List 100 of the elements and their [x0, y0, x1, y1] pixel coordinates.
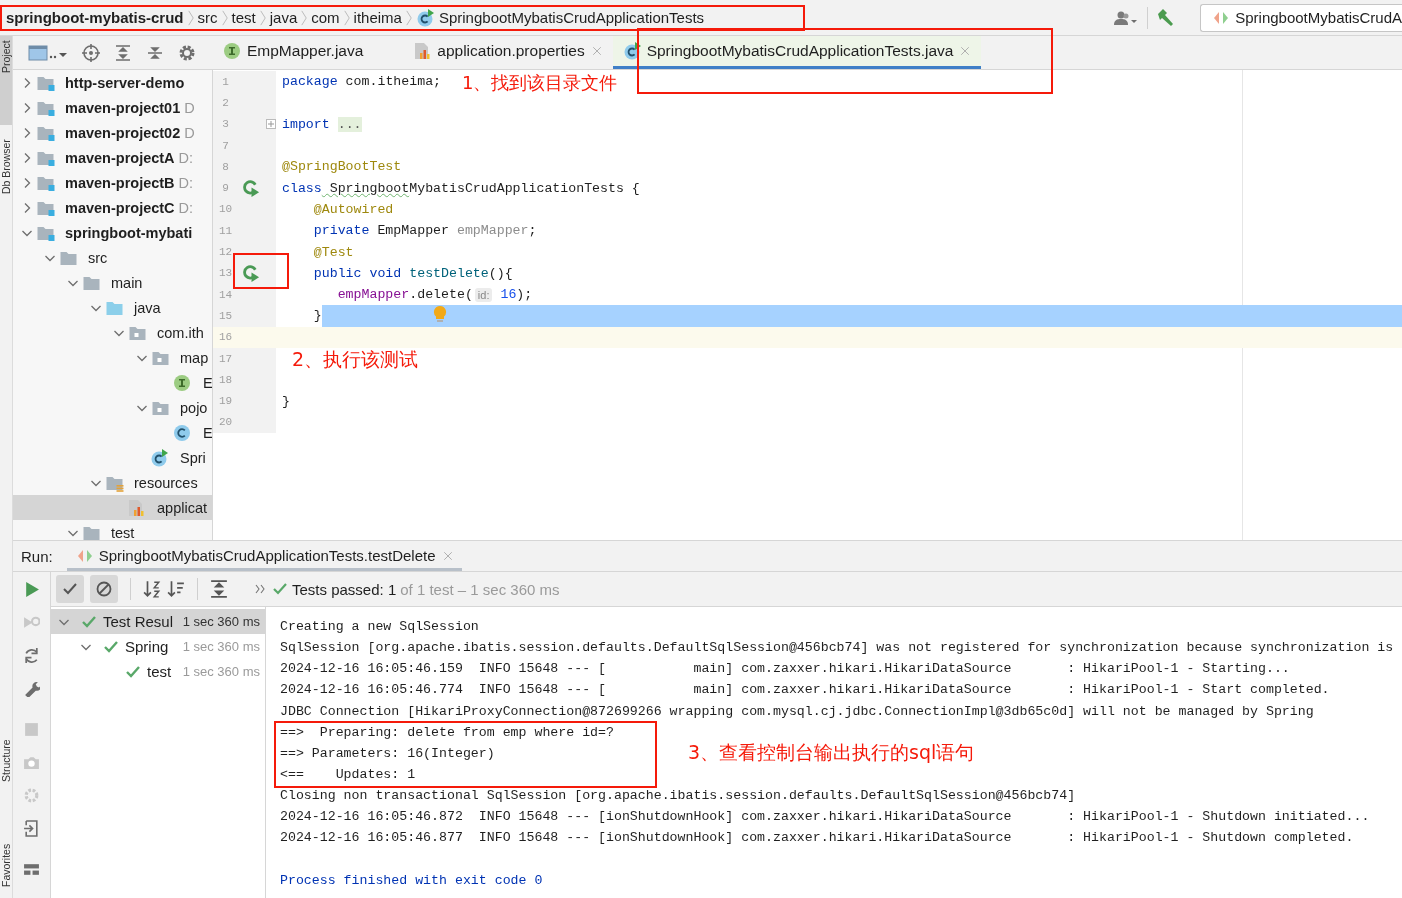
tree-item[interactable]: maven-projectA D: — [13, 145, 212, 170]
close-icon[interactable] — [959, 45, 972, 57]
close-icon[interactable] — [590, 45, 603, 57]
expand-all-icon[interactable] — [210, 580, 228, 598]
code-keyword: package — [282, 74, 338, 90]
code-keyword: class — [282, 180, 322, 196]
close-icon[interactable] — [441, 549, 454, 562]
tree-item[interactable]: maven-project01 D — [13, 95, 212, 120]
users-dropdown-icon[interactable] — [1113, 9, 1140, 26]
editor-tab[interactable]: application.properties — [403, 36, 613, 69]
wrench-icon[interactable] — [23, 680, 40, 697]
tree-item[interactable]: E — [13, 370, 212, 395]
code-keyword: private — [312, 223, 370, 239]
tree-item[interactable]: test — [13, 520, 212, 540]
console-line: Process finished with exit code 0 — [280, 871, 543, 890]
play-icon[interactable] — [23, 581, 40, 598]
parameter-hint: id: — [474, 287, 493, 302]
console-line: <== Updates: 1 — [280, 766, 416, 784]
sort-by-duration-icon[interactable] — [167, 580, 185, 598]
properties-file-icon — [413, 42, 432, 60]
console-line: ==> Preparing: delete from emp where id=? — [280, 723, 614, 742]
code-field: empMapper — [282, 287, 410, 303]
breadcrumb-item[interactable]: springboot-mybatis-crud — [3, 9, 187, 26]
breadcrumb-item[interactable]: test — [228, 9, 259, 26]
side-tab[interactable]: Favorites — [0, 840, 12, 898]
toggle-button[interactable] — [90, 575, 118, 603]
expand-fold-icon[interactable] — [266, 119, 276, 130]
run-test-icon[interactable] — [242, 264, 260, 282]
code-keyword: public — [312, 265, 362, 281]
run-configuration-dropdown[interactable]: SpringbootMybatisCrudA — [1200, 3, 1402, 32]
sort-alphabetically-icon[interactable] — [143, 580, 161, 598]
line-number: 18 — [217, 373, 234, 386]
tree-item[interactable]: java — [13, 295, 212, 320]
toggle-auto-test-icon[interactable] — [23, 647, 40, 664]
breadcrumb-item[interactable]: itheima — [350, 9, 405, 26]
test-result-row[interactable]: Spring 1 sec 360 ms — [51, 634, 265, 659]
check-icon — [272, 581, 288, 597]
console-line: JDBC Connection [HikariProxyConnection@872699266 wrapping com.mysql.cj.jdbc.ConnectionImpl@3db65c0d] will not be managed by Spring — [280, 702, 1314, 721]
run-test-icon[interactable] — [242, 179, 260, 197]
code-field: empMapper — [456, 223, 529, 239]
window-icon[interactable] — [28, 43, 68, 62]
side-tab[interactable]: Db Browser — [0, 135, 12, 230]
code-text: } — [312, 308, 322, 324]
tree-item[interactable]: map — [13, 345, 212, 370]
line-number: 20 — [217, 416, 234, 429]
code-text: ; — [528, 223, 537, 239]
test-status: Tests passed: 1 — [292, 580, 397, 598]
code-number: 16 — [499, 287, 517, 303]
tree-item[interactable]: maven-project02 D — [13, 120, 212, 145]
interface-icon — [173, 373, 191, 392]
locate-icon[interactable] — [82, 43, 100, 62]
class-icon — [150, 448, 168, 467]
tree-item[interactable]: applicat — [13, 495, 212, 520]
breadcrumb-item[interactable]: java — [266, 9, 301, 26]
class-icon — [173, 423, 191, 442]
tree-item[interactable]: src — [13, 245, 212, 270]
expand-all-icon[interactable] — [114, 43, 132, 62]
tree-item[interactable]: com.ith — [13, 320, 212, 345]
editor-tab[interactable]: EmpMapper.java — [213, 36, 404, 69]
test-result-row[interactable]: Test Resul 1 sec 360 ms — [51, 609, 265, 634]
editor-tab[interactable]: SpringbootMybatisCrudApplicationTests.java — [612, 36, 982, 69]
tree-item[interactable]: Spri — [13, 445, 212, 470]
line-number: 16 — [217, 331, 234, 344]
tree-item[interactable]: E — [13, 420, 212, 445]
breadcrumb-item[interactable]: com — [308, 9, 343, 26]
folded-code[interactable]: ... — [337, 116, 362, 132]
line-number: 3 — [221, 118, 230, 131]
line-number: 7 — [221, 139, 230, 152]
test-result-row[interactable]: test 1 sec 360 ms — [51, 659, 265, 684]
tree-item[interactable]: maven-projectC D: — [13, 195, 212, 220]
code-annotation: @SpringBootTest — [282, 159, 402, 175]
line-number: 17 — [217, 352, 234, 365]
tree-item[interactable]: http-server-demo — [13, 70, 212, 95]
code-text: (){ — [488, 265, 513, 281]
tree-item[interactable]: pojo — [13, 395, 212, 420]
code-text: } — [282, 393, 290, 409]
code-method: testDelete — [408, 265, 489, 281]
breadcrumb-item[interactable]: src — [194, 9, 221, 26]
toggle-button[interactable] — [56, 575, 84, 603]
line-number: 19 — [217, 395, 234, 408]
tree-item[interactable]: resources — [13, 470, 212, 495]
breadcrumb-item[interactable]: SpringbootMybatisCrudApplicationTests — [412, 8, 708, 27]
run-tab[interactable]: SpringbootMybatisCrudApplicationTests.testDelete — [66, 543, 462, 571]
test-status-detail: of 1 test – 1 sec 360 ms — [400, 580, 560, 598]
tree-item[interactable]: maven-projectB D: — [13, 170, 212, 195]
side-tab[interactable]: Project — [0, 36, 12, 125]
line-number: 11 — [217, 224, 234, 237]
annotation-text: 3、查看控制台输出执行的sql语句 — [688, 743, 975, 762]
side-tab[interactable]: Structure — [0, 735, 12, 797]
line-number: 13 — [217, 267, 234, 280]
line-number: 8 — [221, 160, 230, 173]
tree-item[interactable]: main — [13, 270, 212, 295]
code-keyword: void — [368, 265, 402, 281]
settings-icon[interactable] — [178, 43, 196, 62]
tree-item[interactable]: springboot-mybati — [13, 220, 212, 245]
layout-icon[interactable] — [23, 861, 40, 878]
class-icon — [415, 8, 434, 27]
console-line: Creating a new SqlSession — [280, 618, 479, 636]
exit-icon[interactable] — [23, 820, 40, 837]
line-number: 9 — [221, 182, 230, 195]
